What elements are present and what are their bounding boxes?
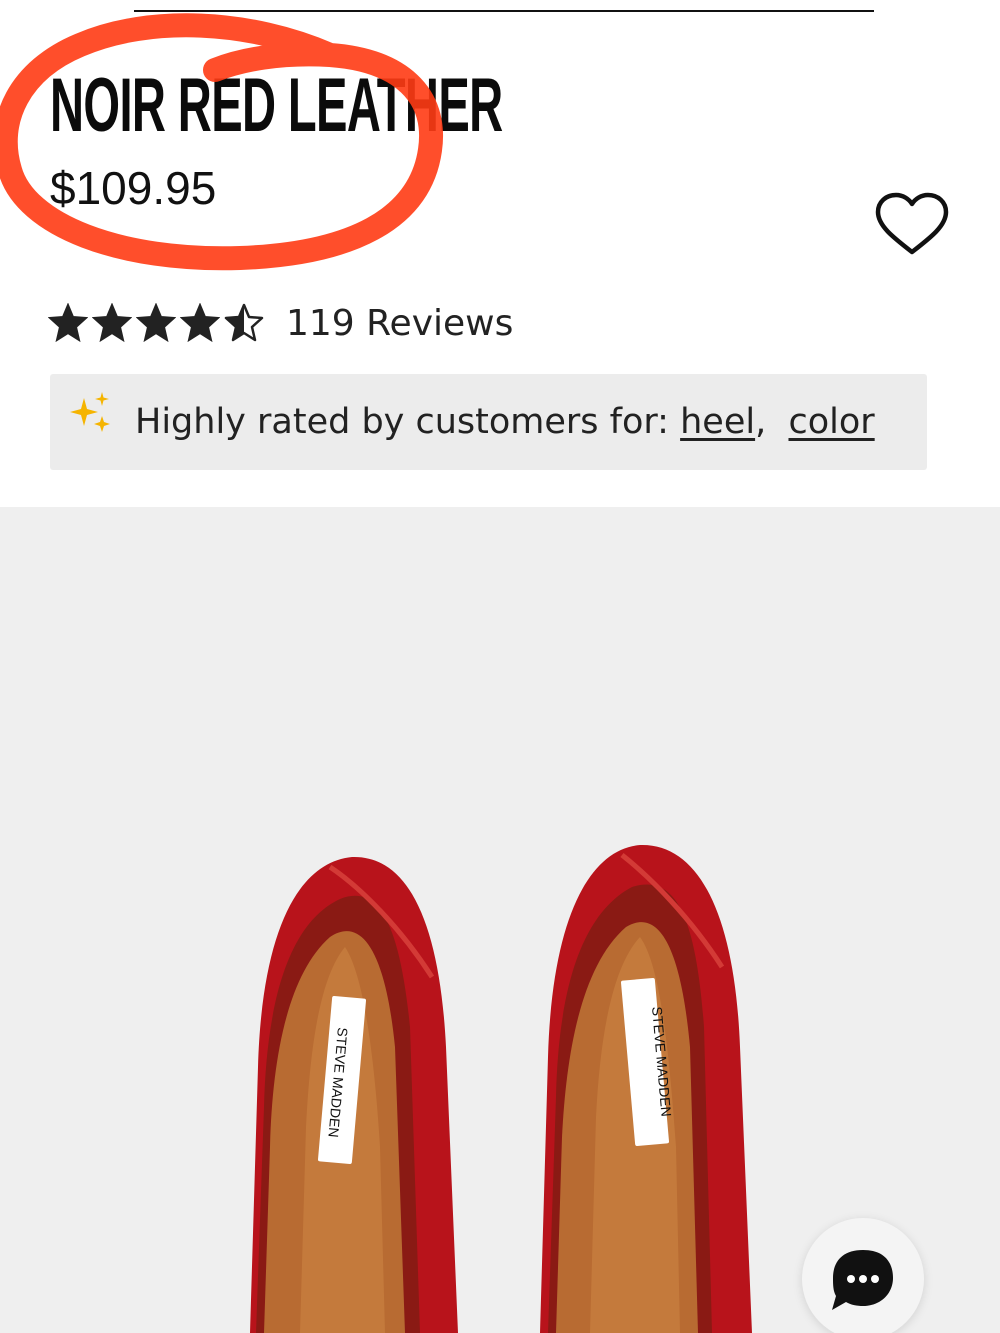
chevron-left-icon[interactable] (84, 0, 104, 4)
heart-outline-icon[interactable] (872, 190, 952, 260)
chat-bubble-icon (832, 1250, 893, 1310)
customer-highlights-banner: Highly rated by customers for: heel, col… (50, 374, 927, 470)
rating-stars (48, 303, 268, 343)
reviews-count-link[interactable]: 119 Reviews (286, 303, 513, 344)
rating-summary[interactable]: 119 Reviews (48, 298, 513, 348)
highlight-tag-heel[interactable]: heel (680, 402, 755, 442)
star-full-icon (180, 303, 220, 343)
star-full-icon (92, 303, 132, 343)
product-price: $109.95 (50, 162, 217, 214)
highlight-separator: , (755, 402, 789, 442)
right-shoe (540, 844, 752, 1333)
star-full-icon (136, 303, 176, 343)
chat-button[interactable] (802, 1218, 924, 1333)
product-page: NOIR RED LEATHER $109.95 119 Reviews Hig… (0, 0, 1000, 1333)
header-divider (134, 10, 874, 12)
sparkle-icon (70, 392, 110, 432)
star-full-icon (48, 303, 88, 343)
highlights-text: Highly rated by customers for: heel, col… (135, 398, 875, 446)
shoe-pair-illustration: STEVE MADDEN STEVE MADDEN (250, 844, 752, 1333)
star-half-icon (224, 303, 264, 342)
highlights-prefix: Highly rated by customers for: (135, 402, 681, 442)
product-title: NOIR RED LEATHER (50, 63, 503, 148)
left-shoe (250, 856, 458, 1333)
highlight-tag-color[interactable]: color (788, 402, 874, 442)
product-image[interactable]: STEVE MADDEN STEVE MADDEN (0, 507, 1000, 1333)
